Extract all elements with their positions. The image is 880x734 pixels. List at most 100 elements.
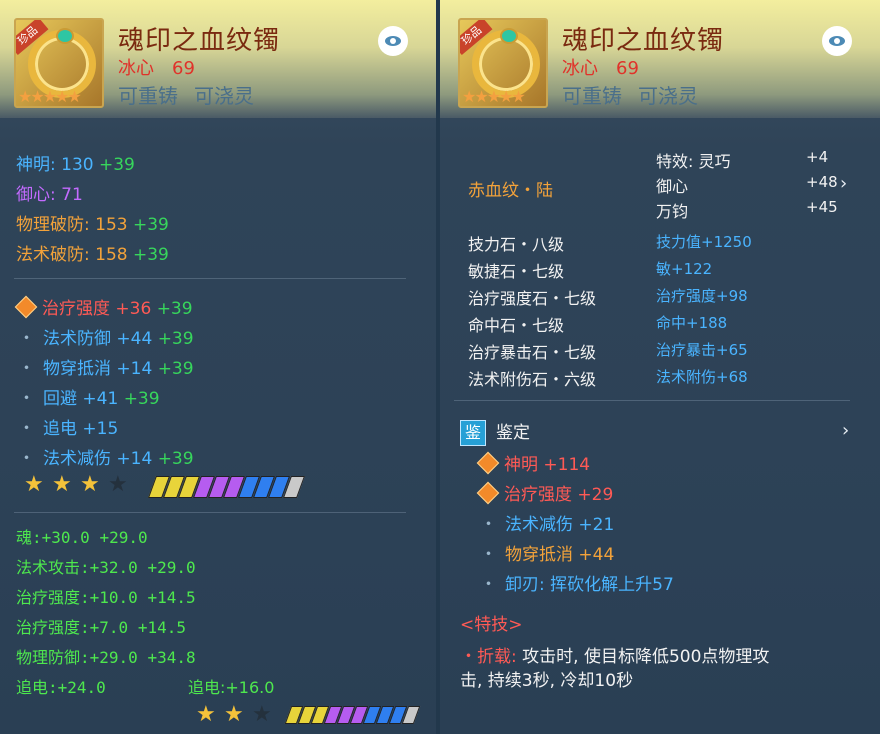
attr-bonus: +39: [156, 299, 193, 319]
soul-value: +7.0: [89, 618, 138, 637]
soul-bonus: +14.5: [147, 588, 196, 607]
stone-effect: 法术附伤+68: [656, 368, 748, 386]
stone-name: 治疗暴击石・七级: [468, 343, 597, 362]
diamond-icon: [14, 295, 38, 319]
attr-bonus: +39: [157, 329, 194, 349]
stat-value: 153: [89, 215, 133, 235]
soul-name: 治疗强度:: [16, 588, 90, 607]
appraise-stat-row: ・卸刃: 挥砍化解上升57: [480, 570, 674, 595]
stone-name: 治疗强度石・七级: [468, 289, 597, 308]
item-tooltip-left: 珍品 ★★★★★ 魂印之血纹镯 冰心 69 可重铸 可浇灵 神明: 130 +39 御…: [0, 0, 436, 734]
star-filled-icon: ★: [224, 702, 244, 727]
stat-row: 神明: 130 +39: [16, 150, 135, 175]
stat-value: 71: [55, 185, 83, 205]
stone-name: 技力石・八级: [468, 235, 565, 254]
chevron-right-icon[interactable]: ›: [842, 420, 849, 441]
attr-name: 物穿抵消: [43, 359, 111, 379]
star-empty-icon: ★: [252, 702, 272, 727]
attr-value: +36: [110, 299, 157, 319]
pattern-label: 赤血纹・陆: [468, 181, 553, 201]
stat-bonus: +39: [133, 245, 169, 265]
item-sublabel: 冰心 69: [118, 54, 195, 80]
stat-bonus: +39: [99, 155, 135, 175]
eye-icon[interactable]: [378, 26, 408, 56]
chevron-right-icon[interactable]: ›: [840, 173, 847, 194]
stone-name: 命中石・七级: [468, 316, 565, 335]
soul-name: 追电:: [16, 678, 58, 697]
skill-name: ・折载:: [460, 647, 517, 667]
quality-stars-icon: ★★★★★: [18, 87, 82, 106]
dot-icon: ・: [18, 329, 35, 349]
dot-icon: ・: [18, 389, 35, 409]
skill-desc-1: 攻击时, 使目标降低500点物理攻: [522, 647, 770, 667]
appraise-stat-name: 物穿抵消: [505, 545, 573, 565]
stone-name: 法术附伤石・六级: [468, 370, 597, 389]
gem-slots: [147, 476, 306, 498]
quality-stars-icon: ★★★★★: [462, 87, 526, 106]
attr-bonus: +39: [157, 359, 194, 379]
stat-value: 158: [89, 245, 133, 265]
recast-info: 可重铸 可浇灵: [562, 80, 714, 109]
divider: [14, 278, 406, 279]
stat-row: 法术破防: 158 +39: [16, 240, 169, 265]
appraise-stat-row: ・物穿抵消 +44: [480, 540, 614, 565]
diamond-icon: [476, 451, 500, 475]
dot-icon: ・: [18, 419, 35, 439]
appraise-stat-name: 卸刃: 挥砍化解上升57: [505, 575, 674, 595]
star-empty-icon: ★: [108, 472, 128, 497]
extra-stat: 追电:+16.0: [188, 678, 275, 697]
dot-icon: ・: [480, 515, 497, 535]
effect-value: +48: [806, 173, 838, 191]
attr-row: ・追电 +15: [18, 414, 118, 439]
soul-row: 魂:+30.0 +29.0: [16, 524, 148, 548]
soul-row: 法术攻击:+32.0 +29.0: [16, 554, 196, 578]
star-filled-icon: ★: [196, 702, 216, 727]
divider: [454, 400, 850, 401]
item-sublabel: 冰心 69: [562, 54, 639, 80]
effect-name: 特效: 灵巧: [656, 152, 731, 171]
item-name: 魂印之血纹镯: [562, 26, 725, 56]
stat-name: 御心:: [16, 185, 56, 205]
attr-value: +15: [77, 419, 119, 439]
stone-effect: 治疗暴击+65: [656, 341, 748, 359]
recast-info: 可重铸 可浇灵: [118, 80, 270, 109]
appraise-stat-value: +21: [573, 515, 615, 535]
stone-effect: 技力值+1250: [656, 233, 752, 251]
stat-value: 130: [55, 155, 99, 175]
appraise-stat-row: 治疗强度 +29: [476, 480, 613, 505]
item-header: 珍品 ★★★★★ 魂印之血纹镯 冰心 69 可重铸 可浇灵: [440, 0, 880, 118]
appraise-icon: 鉴: [460, 420, 486, 446]
appraise-row[interactable]: 鉴鉴定: [460, 418, 530, 446]
attr-value: +14: [111, 449, 158, 469]
item-level: 69: [616, 58, 639, 79]
item-icon[interactable]: 珍品 ★★★★★: [458, 18, 548, 108]
appraise-stat-row: 神明 +114: [476, 450, 590, 475]
item-tooltip-right: 珍品 ★★★★★ 魂印之血纹镯 冰心 69 可重铸 可浇灵 赤血纹・陆 特效: 灵巧…: [440, 0, 880, 734]
soul-value: +32.0: [89, 558, 148, 577]
appraise-stat-name: 法术减伤: [505, 515, 573, 535]
recast-label: 可重铸: [118, 84, 178, 108]
skill-desc-2: 击, 持续3秒, 冷却10秒: [460, 671, 634, 691]
gem-icon: [500, 28, 518, 44]
item-level: 69: [172, 58, 195, 79]
appraise-stat-value: +44: [573, 545, 615, 565]
star-filled-icon: ★: [52, 472, 72, 497]
soul-bonus: +29.0: [99, 528, 148, 547]
effect-value: +4: [806, 148, 829, 166]
eye-icon[interactable]: [822, 26, 852, 56]
soul-value: +30.0: [41, 528, 100, 547]
effect-name: 万钧: [656, 202, 689, 221]
star-filled-icon: ★: [80, 472, 100, 497]
sub-label: 冰心: [562, 58, 598, 79]
recast-label: 可重铸: [562, 84, 622, 108]
stat-row: 物理破防: 153 +39: [16, 210, 169, 235]
soul-value: +29.0: [89, 648, 148, 667]
item-header: 珍品 ★★★★★ 魂印之血纹镯 冰心 69 可重铸 可浇灵: [0, 0, 436, 118]
appraise-label: 鉴定: [496, 423, 530, 443]
enchant-label: 可浇灵: [194, 84, 254, 108]
soul-bonus: +29.0: [147, 558, 196, 577]
item-icon[interactable]: 珍品 ★★★★★: [14, 18, 104, 108]
divider: [14, 512, 406, 513]
attr-bonus: +39: [157, 449, 194, 469]
attr-value: +44: [111, 329, 158, 349]
